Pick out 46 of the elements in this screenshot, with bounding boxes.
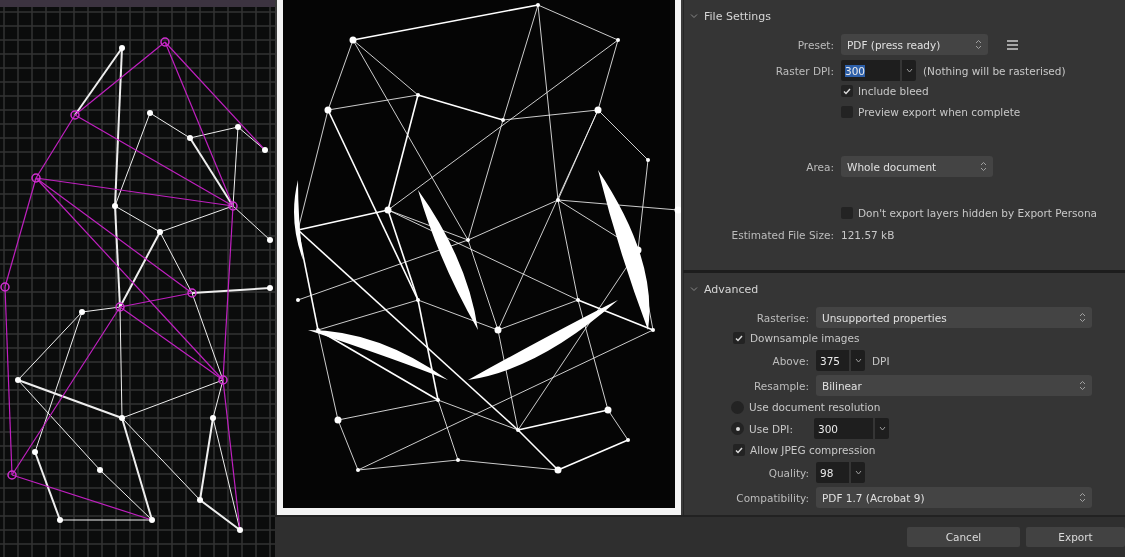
field-label: Area:	[805, 160, 834, 173]
section-title[interactable]: Advanced	[704, 282, 759, 296]
compatibility-select[interactable]: PDF 1.7 (Acrobat 9)	[816, 487, 1092, 508]
checkbox[interactable]	[733, 332, 745, 344]
field-label: Above:	[771, 354, 809, 367]
dpi-field[interactable]: 375	[816, 350, 865, 371]
field-label: Raster DPI:	[774, 64, 834, 77]
radio-label: Use DPI:	[749, 422, 793, 435]
stepper-icon	[1079, 380, 1086, 391]
quality-field[interactable]: 98	[816, 462, 865, 483]
hint-text: (Nothing will be rasterised)	[923, 64, 1066, 77]
export-button[interactable]: Export	[1026, 527, 1125, 547]
cancel-button[interactable]: Cancel	[907, 527, 1020, 547]
checkbox-label: Preview export when complete	[858, 106, 1021, 118]
field-label: Quality:	[767, 466, 809, 479]
checkbox-label: Don't export layers hidden by Export Persona	[858, 207, 1097, 219]
checkbox-label: Include bleed	[858, 85, 929, 97]
checkbox-label: Downsample images	[750, 332, 860, 344]
file-size-value: 121.57 kB	[841, 229, 895, 241]
field-label: Preset:	[796, 38, 834, 51]
dpi-field[interactable]: 300	[841, 60, 916, 81]
checkbox-label: Allow JPEG compression	[750, 444, 876, 456]
preset-select[interactable]: PDF (press ready)	[841, 34, 988, 55]
section-title[interactable]: File Settings	[704, 9, 772, 23]
dropdown-icon[interactable]	[878, 426, 886, 431]
field-label: Resample:	[753, 379, 809, 392]
unit-label: DPI	[872, 354, 890, 367]
checkbox[interactable]	[841, 85, 853, 97]
radio-label: Use document resolution	[749, 401, 881, 413]
dpi-field[interactable]: 300	[814, 418, 889, 439]
checkbox[interactable]	[733, 444, 745, 456]
dropdown-icon[interactable]	[905, 68, 913, 73]
radio-button[interactable]	[731, 422, 744, 435]
menu-icon[interactable]	[1007, 39, 1018, 50]
stepper-icon	[975, 39, 982, 50]
resample-select[interactable]: Bilinear	[816, 375, 1092, 396]
field-label: Compatibility:	[735, 491, 809, 504]
stepper-icon	[1079, 312, 1086, 323]
stepper-icon	[1079, 492, 1086, 503]
rasterise-select[interactable]: Unsupported properties	[816, 307, 1092, 328]
area-select[interactable]: Whole document	[841, 156, 993, 177]
dropdown-icon[interactable]	[854, 470, 862, 475]
field-label: Rasterise:	[755, 311, 809, 324]
stepper-icon	[980, 161, 987, 172]
field-label: Estimated File Size:	[730, 229, 834, 241]
dropdown-icon[interactable]	[854, 358, 862, 363]
